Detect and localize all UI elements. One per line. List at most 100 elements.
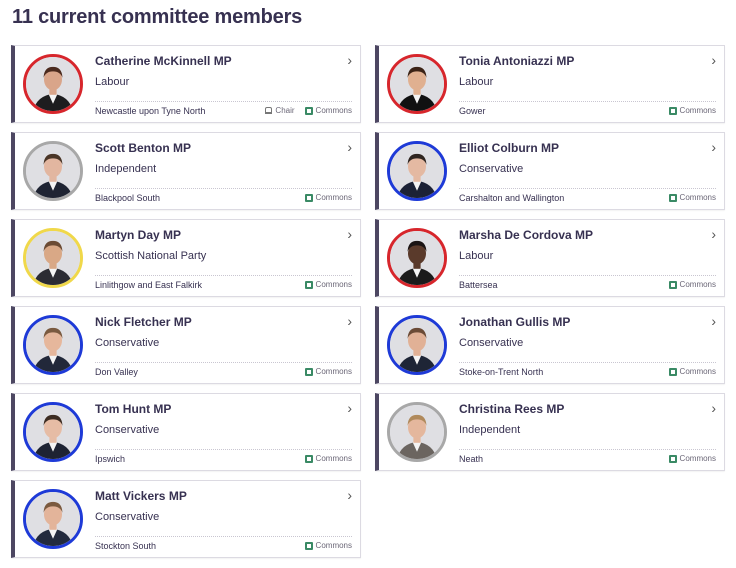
chevron-right-icon[interactable]: › [347,139,352,155]
portcullis-icon [668,193,677,202]
member-footer: Stockton South Commons [95,536,352,554]
chevron-right-icon[interactable]: › [711,400,716,416]
member-party: Labour [459,76,494,88]
member-constituency: Don Valley [95,367,138,377]
member-photo [387,315,447,375]
member-party: Conservative [459,163,524,175]
house-badge: Commons [304,193,352,202]
member-constituency: Newcastle upon Tyne North [95,106,206,116]
house-badge: Commons [668,367,716,376]
member-name[interactable]: Jonathan Gullis MP [459,315,570,329]
member-footer: Gower Commons [459,101,716,119]
chevron-right-icon[interactable]: › [711,226,716,242]
portcullis-icon [668,454,677,463]
member-footer: Newcastle upon Tyne North Chair Commons [95,101,352,119]
house-badge: Commons [668,454,716,463]
portcullis-icon [668,280,677,289]
member-party: Independent [95,163,157,175]
member-constituency: Linlithgow and East Falkirk [95,280,203,290]
member-constituency: Stockton South [95,541,157,551]
member-footer: Ipswich Commons [95,449,352,467]
chevron-right-icon[interactable]: › [347,313,352,329]
member-card[interactable]: Matt Vickers MP Conservative › Stockton … [11,480,361,558]
chevron-right-icon[interactable]: › [347,400,352,416]
portcullis-icon [304,454,313,463]
member-footer: Stoke-on-Trent North Commons [459,362,716,380]
member-constituency: Gower [459,106,486,116]
member-card[interactable]: Jonathan Gullis MP Conservative › Stoke-… [375,306,725,384]
house-label: Commons [679,454,716,463]
member-name[interactable]: Scott Benton MP [95,141,191,155]
house-badge: Commons [304,454,352,463]
member-name[interactable]: Catherine McKinnell MP [95,54,232,68]
member-name[interactable]: Tom Hunt MP [95,402,171,416]
member-tags: Commons [668,280,716,289]
portrait-icon [390,57,444,111]
portcullis-icon [304,280,313,289]
portrait-icon [26,144,80,198]
chair-label: Chair [275,106,295,115]
member-constituency: Blackpool South [95,193,161,203]
page-title: 11 current committee members [12,6,303,28]
house-label: Commons [315,280,352,289]
member-constituency: Stoke-on-Trent North [459,367,544,377]
members-grid: Catherine McKinnell MP Labour › Newcastl… [11,45,725,558]
member-photo [23,141,83,201]
portrait-icon [390,144,444,198]
member-name[interactable]: Marsha De Cordova MP [459,228,593,242]
portrait-icon [26,57,80,111]
member-card[interactable]: Scott Benton MP Independent › Blackpool … [11,132,361,210]
portrait-icon [26,318,80,372]
house-label: Commons [679,367,716,376]
member-card[interactable]: Christina Rees MP Independent › Neath Co… [375,393,725,471]
member-tags: Commons [304,367,352,376]
member-photo [387,402,447,462]
member-party: Scottish National Party [95,250,207,262]
chevron-right-icon[interactable]: › [347,52,352,68]
portcullis-icon [668,367,677,376]
member-party: Conservative [95,337,160,349]
portcullis-icon [304,541,313,550]
member-card[interactable]: Elliot Colburn MP Conservative › Carshal… [375,132,725,210]
member-tags: Commons [668,454,716,463]
member-name[interactable]: Tonia Antoniazzi MP [459,54,574,68]
member-name[interactable]: Elliot Colburn MP [459,141,559,155]
member-card[interactable]: Catherine McKinnell MP Labour › Newcastl… [11,45,361,123]
portrait-icon [390,231,444,285]
portrait-icon [26,405,80,459]
member-photo [387,228,447,288]
house-badge: Commons [668,280,716,289]
member-photo [23,402,83,462]
chevron-right-icon[interactable]: › [347,226,352,242]
member-name[interactable]: Matt Vickers MP [95,489,187,503]
member-card[interactable]: Tom Hunt MP Conservative › Ipswich Commo… [11,393,361,471]
member-card[interactable]: Martyn Day MP Scottish National Party › … [11,219,361,297]
member-party: Independent [459,424,521,436]
member-card[interactable]: Marsha De Cordova MP Labour › Battersea … [375,219,725,297]
member-tags: Commons [668,106,716,115]
member-tags: Commons [304,280,352,289]
member-name[interactable]: Martyn Day MP [95,228,181,242]
house-label: Commons [315,367,352,376]
chevron-right-icon[interactable]: › [347,487,352,503]
member-card[interactable]: Nick Fletcher MP Conservative › Don Vall… [11,306,361,384]
member-footer: Neath Commons [459,449,716,467]
chevron-right-icon[interactable]: › [711,139,716,155]
member-party: Conservative [459,337,524,349]
member-constituency: Neath [459,454,484,464]
member-name[interactable]: Nick Fletcher MP [95,315,192,329]
member-tags: Commons [668,193,716,202]
member-party: Conservative [95,511,160,523]
member-photo [23,489,83,549]
portcullis-icon [304,193,313,202]
member-name[interactable]: Christina Rees MP [459,402,564,416]
member-photo [387,141,447,201]
member-footer: Carshalton and Wallington Commons [459,188,716,206]
member-footer: Linlithgow and East Falkirk Commons [95,275,352,293]
member-card[interactable]: Tonia Antoniazzi MP Labour › Gower Commo… [375,45,725,123]
member-tags: Commons [304,193,352,202]
house-badge: Commons [668,193,716,202]
chevron-right-icon[interactable]: › [711,313,716,329]
chevron-right-icon[interactable]: › [711,52,716,68]
house-badge: Commons [304,541,352,550]
